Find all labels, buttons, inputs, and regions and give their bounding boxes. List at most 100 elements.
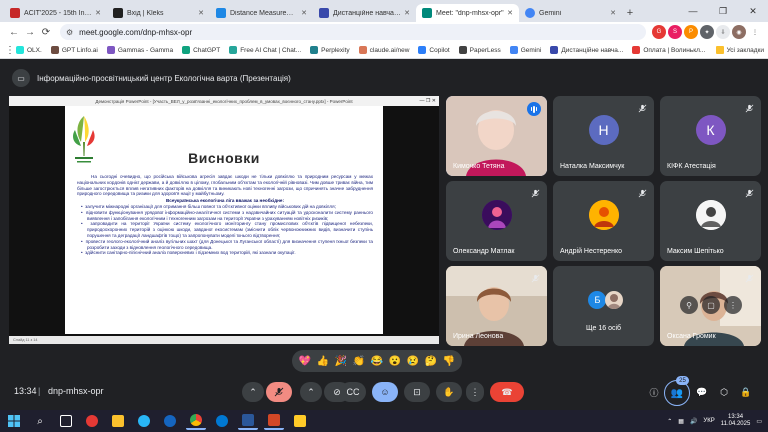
back-icon[interactable]: ← [6, 24, 22, 40]
video-options-button[interactable]: ⌃ [300, 382, 322, 402]
download-icon[interactable]: ⇩ [716, 25, 730, 39]
bookmark-paperless[interactable]: PaperLess [458, 46, 501, 54]
extension-icon[interactable]: S [668, 25, 682, 39]
reload-icon[interactable]: ⟳ [38, 24, 54, 40]
leave-call-button[interactable]: ☎ [490, 382, 524, 402]
close-icon[interactable]: ✕ [404, 9, 410, 17]
folder-icon[interactable] [290, 412, 310, 430]
info-icon[interactable]: ⓘ [646, 384, 662, 400]
bookmark-icon [458, 46, 467, 54]
chat-icon[interactable]: 💬 [694, 384, 710, 400]
bookmark-gpt-linfo[interactable]: GPT Linfo.ai [50, 46, 98, 54]
tab-dystantsiine[interactable]: Дистанційне навчання з✕ [313, 4, 416, 22]
slide-bullet: • здійснити санітарно-пігієнічний аналіз… [81, 250, 296, 256]
clock[interactable]: 13:34 11.04.2025 [721, 414, 751, 428]
reaction-thumbs-up[interactable]: 👍 [316, 356, 330, 367]
close-icon[interactable]: ✕ [301, 9, 307, 17]
more-options-button[interactable]: ⋮ [466, 382, 484, 402]
bookmark-copilot[interactable]: Copilot [418, 46, 450, 54]
edge-icon[interactable] [212, 412, 232, 430]
bookmark-claude[interactable]: claude.ai/new [358, 46, 409, 54]
audio-options-button[interactable]: ⌃ [242, 382, 264, 402]
reaction-clap[interactable]: 👏 [352, 356, 366, 367]
zoom-icon[interactable] [160, 412, 180, 430]
tray-chevron-icon[interactable]: ⌃ [667, 418, 672, 425]
apps-icon[interactable]: ⋮ [4, 42, 16, 58]
tab-acit[interactable]: ACIT'2025 - 15th Internati✕ [4, 4, 107, 22]
task-view-icon[interactable] [56, 412, 76, 430]
participant-tile-more[interactable]: Б Ще 16 осіб [553, 266, 654, 346]
bookmark-olx[interactable]: OLX. [16, 46, 42, 54]
participant-tile[interactable]: Олександр Матлак [446, 181, 547, 261]
bookmark-gamma[interactable]: Gammas - Gamma [106, 46, 173, 54]
bookmark-gemini[interactable]: Gemini [509, 46, 541, 54]
meeting-controls: 13:34 | dnp-mhsx-opr ⌃ ⌃ ⊘ CC ☺ ⊡ ✋ ⋮ ☎ … [0, 374, 768, 410]
telegram-icon[interactable] [134, 412, 154, 430]
bookmark-free-ai-chat[interactable]: Free AI Chat | Chat... [229, 46, 301, 54]
participant-tile[interactable]: ⚲ ▢ ⋮ Оксана Громик [660, 266, 761, 346]
extension-icon[interactable]: P [684, 25, 698, 39]
file-explorer-icon[interactable] [108, 412, 128, 430]
profile-avatar[interactable]: ◉ [732, 25, 746, 39]
network-icon[interactable]: ▦ [678, 418, 684, 425]
more-options-icon[interactable]: ⋮ [724, 296, 742, 314]
start-button[interactable] [4, 412, 24, 430]
bookmark-perplexity[interactable]: Perplexity [310, 46, 350, 54]
close-icon[interactable]: ✕ [198, 9, 204, 17]
word-icon[interactable] [238, 412, 258, 430]
reaction-laugh[interactable]: 😂 [370, 356, 384, 367]
notifications-icon[interactable]: ▭ [756, 418, 762, 425]
site-info-icon[interactable]: ⚙ [66, 28, 73, 37]
close-icon[interactable]: ✕ [95, 9, 101, 17]
tab-kleks[interactable]: Вхід | Kleks ✕ [107, 4, 210, 22]
reaction-party[interactable]: 🎉 [334, 356, 348, 367]
reaction-sad[interactable]: 😢 [406, 356, 420, 367]
close-icon[interactable]: ✕ [507, 9, 513, 17]
reaction-surprise[interactable]: 😮 [388, 356, 402, 367]
puzzle-icon[interactable]: ✦ [700, 25, 714, 39]
tab-distance[interactable]: Distance Measurement usi✕ [210, 4, 313, 22]
host-controls-icon[interactable]: 🔒 [738, 384, 754, 400]
tab-meet[interactable]: Meet: "dnp-mhsx-opr" ✕ [416, 4, 519, 22]
chrome-icon[interactable] [186, 412, 206, 430]
reaction-heart[interactable]: 💖 [298, 356, 312, 367]
reaction-thumbs-down[interactable]: 👎 [442, 356, 456, 367]
participant-tile[interactable]: Андрій Нестеренко [553, 181, 654, 261]
emoji-reactions-button[interactable]: ☺ [372, 382, 398, 402]
slide-bullet: • запровадити на території України систе… [81, 221, 373, 238]
pin-icon[interactable]: ⚲ [680, 296, 698, 314]
volume-icon[interactable]: 🔊 [690, 418, 697, 425]
all-bookmarks[interactable]: Усі закладки [715, 46, 764, 54]
tab-gemini[interactable]: Gemini ✕ [519, 4, 622, 22]
opera-icon[interactable] [82, 412, 102, 430]
extension-icon[interactable]: G [652, 25, 666, 39]
participant-tile[interactable]: Кимочко Тетяна [446, 96, 547, 176]
menu-icon[interactable]: ⋮ [748, 25, 762, 39]
close-window-icon[interactable]: ✕ [738, 0, 768, 22]
bookmark-oplata[interactable]: Оплата | Волинькл... [632, 46, 705, 54]
participant-tile[interactable]: Ирина Леонова [446, 266, 547, 346]
participant-tile[interactable]: Н Наталка Максимчук [553, 96, 654, 176]
present-screen-button[interactable]: ⊡ [404, 382, 430, 402]
search-icon[interactable]: ⌕ [30, 412, 50, 430]
bookmark-chatgpt[interactable]: ChatGPT [182, 46, 220, 54]
maximize-icon[interactable]: ❐ [708, 0, 738, 22]
participant-count-badge: 25 [676, 376, 689, 385]
forward-icon[interactable]: → [22, 24, 38, 40]
bookmark-dystantsiine[interactable]: Дистанційне навча... [550, 46, 623, 54]
participant-tile[interactable]: Максим Шепітько [660, 181, 761, 261]
language-indicator[interactable]: УКР [703, 418, 714, 424]
url-input[interactable]: ⚙ meet.google.com/dnp-mhsx-opr [60, 24, 646, 40]
mic-toggle-button[interactable] [266, 382, 292, 402]
picture-icon[interactable]: ▢ [702, 296, 720, 314]
participant-tile[interactable]: К КІФК Атестація [660, 96, 761, 176]
captions-button[interactable]: CC [340, 382, 366, 402]
powerpoint-icon[interactable] [264, 412, 284, 430]
raise-hand-button[interactable]: ✋ [436, 382, 462, 402]
activities-icon[interactable]: ⬡ [716, 384, 732, 400]
close-icon[interactable]: ✕ [610, 9, 616, 17]
bookmark-icon [16, 46, 24, 54]
minimize-icon[interactable]: — [678, 0, 708, 22]
reaction-thinking[interactable]: 🤔 [424, 356, 438, 367]
new-tab-button[interactable]: + [622, 4, 638, 22]
